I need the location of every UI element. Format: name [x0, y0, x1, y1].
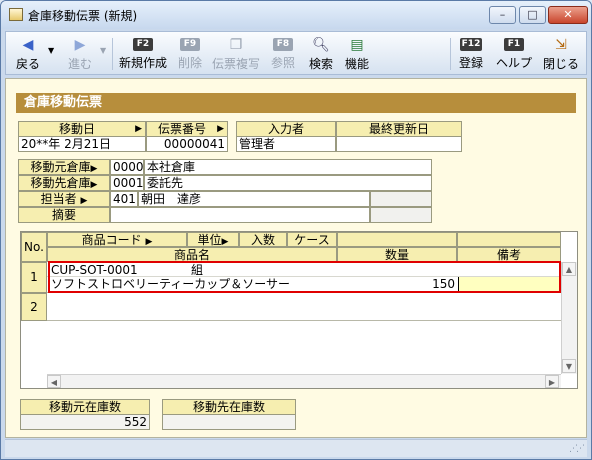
to-stock-value [162, 414, 296, 430]
input-by-field: 管理者 [236, 136, 336, 152]
from-stock-value: 552 [20, 414, 150, 430]
back-button[interactable]: ◀ 戻る [8, 34, 48, 74]
grid-header-code: 商品コード ▶ [47, 232, 187, 247]
search-button[interactable]: 🔍︎ 検索 [304, 34, 338, 74]
to-stock-label: 移動先在庫数 [162, 399, 296, 415]
window: 倉庫移動伝票 (新規) – □ ✕ ◀ 戻る ▼ ▶ 進む ▼ F2 新規作成 … [0, 0, 592, 460]
staff-label: 担当者 ▶ [18, 191, 110, 207]
grid-header-blank [337, 232, 457, 247]
grid-header-qty-per: 入数 [239, 232, 287, 247]
resize-grip-icon[interactable]: ⋰⋰ [569, 444, 585, 454]
to-warehouse-label: 移動先倉庫▶ [18, 175, 110, 191]
input-by-label: 入力者 [236, 121, 336, 137]
f1-key-icon: F1 [504, 38, 524, 51]
maximize-button[interactable]: □ [519, 6, 546, 24]
register-button[interactable]: F12 登録 [454, 34, 488, 74]
to-warehouse-code[interactable]: 0001 [110, 175, 144, 191]
status-bar: ⋰⋰ [5, 439, 587, 457]
vertical-scrollbar[interactable]: ▲ ▼ [561, 262, 577, 374]
toolbar-separator [112, 38, 113, 70]
scroll-left-icon[interactable]: ◀ [47, 375, 61, 388]
staff-code[interactable]: 401 [110, 191, 138, 207]
from-warehouse-name: 本社倉庫 [144, 159, 432, 175]
slip-no-field[interactable]: 00000041 [146, 136, 228, 152]
staff-extra-field [370, 191, 432, 207]
delete-button[interactable]: F9 削除 [173, 34, 207, 74]
forward-dropdown-icon[interactable]: ▼ [100, 46, 106, 55]
updated-field [336, 136, 462, 152]
help-button[interactable]: F1 ヘルプ [492, 34, 536, 74]
from-stock-label: 移動元在庫数 [20, 399, 150, 415]
triangle-right-icon: ▶ [217, 124, 224, 134]
grid-header-blank [457, 232, 561, 247]
row-number[interactable]: 1 [21, 262, 47, 293]
triangle-right-icon: ▶ [90, 180, 98, 190]
back-arrow-icon: ◀ [22, 37, 34, 53]
from-warehouse-label: 移動元倉庫▶ [18, 159, 110, 175]
updated-label: 最終更新日 [336, 121, 462, 137]
grid-header-no: No. [21, 232, 47, 262]
memo-field[interactable] [110, 207, 370, 223]
memo-label: 摘要 [18, 207, 110, 223]
toolbar: ◀ 戻る ▼ ▶ 進む ▼ F2 新規作成 F9 削除 ❐ 伝票複写 F8 参照… [5, 31, 587, 75]
search-icon: 🔍︎ [312, 37, 330, 53]
grid-header-note: 備考 [457, 247, 561, 262]
forward-arrow-icon: ▶ [74, 37, 86, 53]
f12-key-icon: F12 [459, 38, 483, 51]
function-button[interactable]: ▤ 機能 [340, 34, 374, 74]
row-divider [47, 320, 561, 321]
reference-button[interactable]: F8 参照 [266, 34, 300, 74]
from-warehouse-code[interactable]: 0000 [110, 159, 144, 175]
memo-extra-field [370, 207, 432, 223]
exit-icon: ⇲ [555, 37, 567, 53]
grid-header-name: 商品名 [47, 247, 337, 262]
close-window-button[interactable]: ✕ [548, 6, 588, 24]
staff-name: 朝田 達彦 [138, 191, 370, 207]
triangle-right-icon: ▶ [135, 124, 142, 134]
triangle-right-icon: ▶ [80, 196, 88, 206]
copy-slip-button[interactable]: ❐ 伝票複写 [211, 34, 261, 74]
f9-key-icon: F9 [180, 38, 200, 51]
grid-header-case: ケース [287, 232, 337, 247]
slip-no-label: 伝票番号 ▶ [146, 121, 228, 137]
horizontal-scrollbar[interactable]: ◀ ▶ [47, 374, 561, 388]
grid-header-unit: 単位▶ [187, 232, 239, 247]
to-warehouse-name: 委託先 [144, 175, 432, 191]
triangle-right-icon: ▶ [221, 237, 229, 247]
forward-button[interactable]: ▶ 進む [60, 34, 100, 74]
copy-icon: ❐ [229, 37, 243, 53]
section-title: 倉庫移動伝票 [16, 93, 576, 113]
app-icon [9, 8, 23, 21]
date-label: 移動日 ▶ [18, 121, 146, 137]
scroll-down-icon[interactable]: ▼ [562, 359, 576, 373]
title-bar: 倉庫移動伝票 (新規) – □ ✕ [1, 1, 591, 29]
grid-header-qty: 数量 [337, 247, 457, 262]
new-button[interactable]: F2 新規作成 [116, 34, 170, 74]
triangle-right-icon: ▶ [145, 237, 153, 247]
function-icon: ▤ [350, 37, 364, 53]
f2-key-icon: F2 [133, 38, 153, 51]
row-number[interactable]: 2 [21, 293, 47, 321]
close-button[interactable]: ⇲ 閉じる [539, 34, 583, 74]
form-area: 倉庫移動伝票 移動日 ▶ 伝票番号 ▶ 入力者 最終更新日 20**年 2月21… [5, 78, 587, 438]
toolbar-separator [450, 38, 451, 70]
scroll-right-icon[interactable]: ▶ [545, 375, 559, 388]
back-dropdown-icon[interactable]: ▼ [48, 46, 54, 55]
minimize-button[interactable]: – [489, 6, 516, 24]
selected-row-highlight [48, 261, 561, 293]
triangle-right-icon: ▶ [90, 164, 98, 174]
f8-key-icon: F8 [273, 38, 293, 51]
date-field[interactable]: 20**年 2月21日 [18, 136, 146, 152]
scroll-up-icon[interactable]: ▲ [562, 262, 576, 276]
window-title: 倉庫移動伝票 (新規) [28, 9, 138, 23]
detail-grid: No. 商品コード ▶ 単位▶ 入数 ケース 商品名 数量 備考 1 CUP-S… [20, 231, 578, 389]
